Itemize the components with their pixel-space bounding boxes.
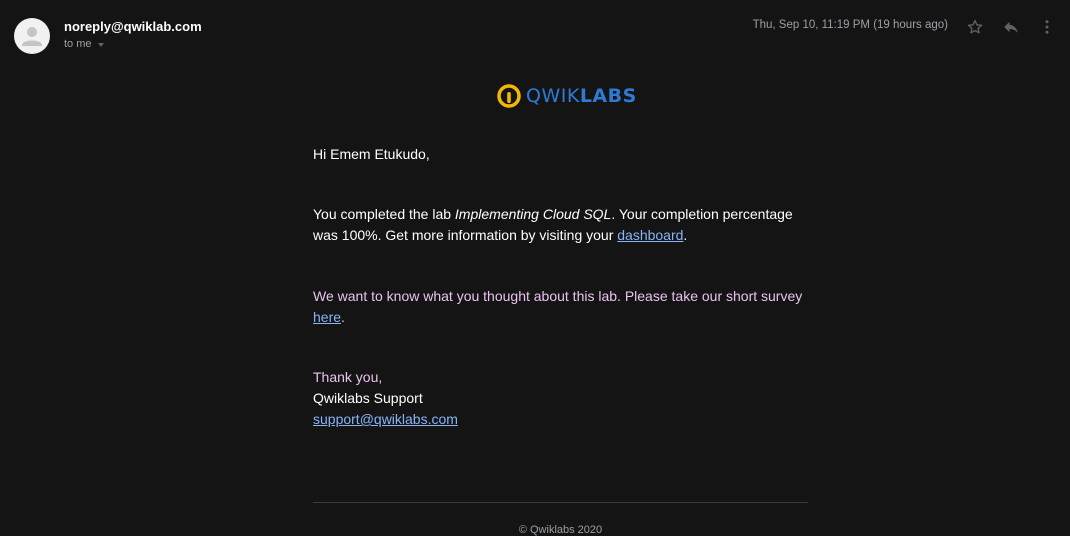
email-body: Hi Emem Etukudo, You completed the lab I… [313,144,808,430]
survey-suffix: . [341,309,345,325]
lab-name: Implementing Cloud SQL [454,206,612,222]
support-email-link[interactable]: support@qwiklabs.com [313,411,458,427]
footer-divider [313,502,808,503]
survey-link[interactable]: here [313,309,341,325]
logo-text-bold: LABS [579,85,637,107]
completion-prefix: You completed the lab [313,206,455,222]
logo-wordmark: QWIKLABS [526,85,637,107]
logo-text-light: QWIK [526,85,580,107]
reply-icon[interactable] [1000,16,1022,38]
signoff-thanks: Thank you, [313,369,383,385]
qwiklabs-logo-icon [497,84,521,108]
dashboard-link[interactable]: dashboard [617,227,683,243]
star-icon[interactable] [964,16,986,38]
recipient-line[interactable]: to me [64,38,104,50]
email-header: noreply@qwiklab.com to me Thu, Sep 10, 1… [0,0,1070,60]
recipient-label: to me [64,38,92,50]
chevron-down-icon[interactable] [97,43,104,47]
signoff: Thank you, Qwiklabs Support support@qwik… [313,367,808,430]
email-timestamp: Thu, Sep 10, 11:19 PM (19 hours ago) [752,19,948,31]
survey-paragraph: We want to know what you thought about t… [313,286,808,328]
qwiklabs-logo: QWIKLABS [496,83,637,109]
avatar-icon [22,27,42,46]
more-vert-icon[interactable] [1036,16,1058,38]
sender-address: noreply@qwiklab.com [64,19,202,34]
completion-suffix: . [683,227,688,243]
footer-copyright: © Qwiklabs 2020 [518,524,603,536]
survey-prefix: We want to know what you thought about t… [313,288,803,304]
signoff-team: Qwiklabs Support [313,390,423,406]
greeting: Hi Emem Etukudo, [313,146,430,162]
sender-avatar[interactable] [14,18,50,54]
completion-paragraph: You completed the lab Implementing Cloud… [313,204,808,246]
